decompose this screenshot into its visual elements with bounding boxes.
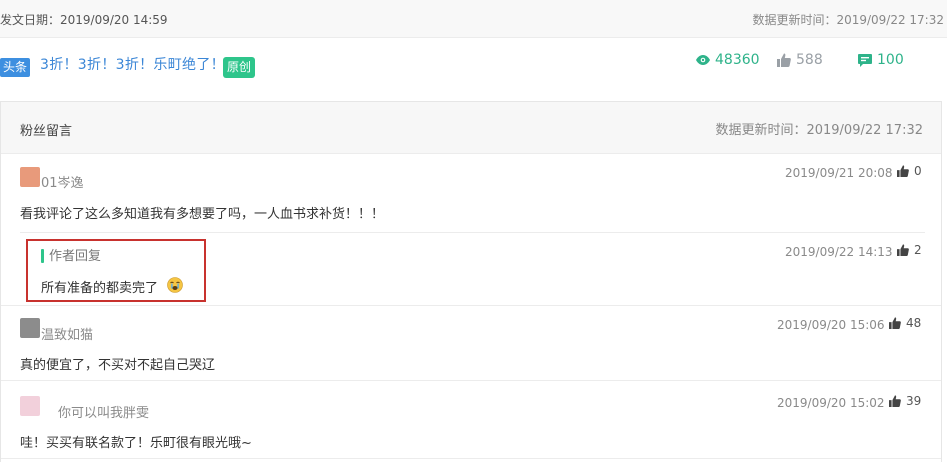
divider [1,458,941,459]
views-stat: 48360 [696,52,760,68]
reply-marker [41,249,44,263]
reply-text: 所有准备的都卖完了 [41,281,159,296]
thumbs-up-icon [897,165,909,177]
comment-icon [858,53,872,67]
crying-emoji-icon [167,277,183,293]
comments-count: 100 [877,52,904,68]
views-count: 48360 [715,52,760,68]
thumbs-up-icon [889,317,901,329]
article-row: 头条 3折！3折！3折！乐町绝了！ 原创 48360 588 100 [0,38,947,100]
like-button[interactable]: 39 [889,394,921,408]
comment-text: 哇！买买有联名款了！乐町很有眼光哦~ [20,436,252,451]
avatar [20,396,40,416]
like-button[interactable]: 2 [897,243,922,257]
like-count: 48 [906,316,922,330]
like-count: 2 [914,243,922,257]
like-count: 0 [914,164,922,178]
top-info-bar: 发文日期：2019/09/20 14:59 数据更新时间：2019/09/22 … [0,0,947,38]
divider [20,232,925,233]
like-button[interactable]: 48 [889,316,921,330]
comment-time: 2019/09/20 15:02 [777,396,885,410]
comment-time: 2019/09/21 20:08 [785,166,893,180]
reply-time: 2019/09/22 14:13 [785,245,893,259]
comments-stat: 100 [858,52,904,68]
thumbs-up-icon [889,395,901,407]
author-reply-label: 作者回复 [49,249,102,264]
original-badge: 原创 [223,57,256,78]
like-count: 39 [906,394,922,408]
likes-stat: 588 [777,52,823,68]
avatar [20,167,40,187]
section-header: 粉丝留言 数据更新时间：2019/09/22 17:32 [1,102,941,154]
like-button[interactable]: 0 [897,164,922,178]
section-updated-time: 数据更新时间：2019/09/22 17:32 [715,123,923,138]
fan-comments-section: 粉丝留言 数据更新时间：2019/09/22 17:32 01岑逸 看我评论了这… [0,101,942,462]
comment-username: 01岑逸 [41,176,84,191]
headline-badge: 头条 [0,58,31,77]
comment-time: 2019/09/20 15:06 [777,318,885,332]
article-title-link[interactable]: 3折！3折！3折！乐町绝了！ [40,54,225,74]
thumbs-up-icon [777,53,791,67]
publish-date: 发文日期：2019/09/20 14:59 [0,13,168,27]
data-updated-time: 数据更新时间：2019/09/22 17:32 [752,13,944,27]
comment-text: 看我评论了这么多知道我有多想要了吗，一人血书求补货！！！ [20,207,385,222]
eye-icon [696,55,710,65]
thumbs-up-icon [897,244,909,256]
section-title: 粉丝留言 [20,124,73,139]
comment-username: 你可以叫我胖雯 [58,406,150,421]
comment-username: 温致如猫 [41,328,94,343]
likes-count: 588 [796,52,823,68]
comment-text: 真的便宜了，不买对不起自己哭辽 [20,358,216,373]
divider [1,305,941,306]
avatar [20,318,40,338]
divider [1,380,941,381]
